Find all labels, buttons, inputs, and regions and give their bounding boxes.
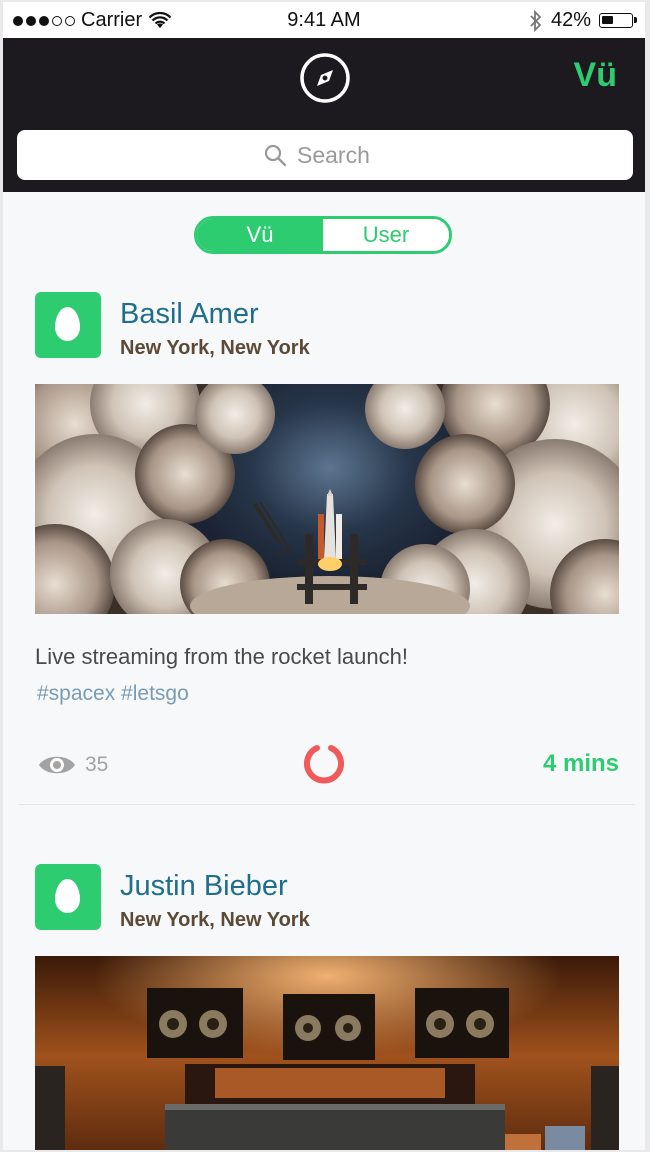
post-location: New York, New York [120, 909, 310, 931]
post-hashtags[interactable]: #spacex #letsgo [37, 682, 189, 706]
feed-toggle: Vü User [194, 216, 452, 254]
app-screen: Carrier 9:41 AM 42% Vü Search Vü User Ba… [3, 2, 645, 1150]
post-username[interactable]: Basil Amer [120, 298, 259, 331]
egg-icon [55, 879, 80, 913]
rocket-launch-image [35, 384, 619, 614]
search-icon [264, 144, 287, 167]
post-card: Justin Bieber New York, New York [3, 864, 645, 1150]
search-bar[interactable] [17, 130, 633, 180]
egg-icon [55, 307, 80, 341]
toggle-vu[interactable]: Vü [197, 219, 323, 251]
post-divider [19, 804, 635, 805]
search-input[interactable] [297, 141, 387, 169]
post-username[interactable]: Justin Bieber [120, 870, 288, 903]
view-count-value: 35 [85, 753, 109, 776]
compass-icon[interactable] [299, 52, 351, 104]
battery-icon [599, 13, 637, 28]
post-media-rocket-launch[interactable] [35, 384, 619, 614]
post-caption: Live streaming from the rocket launch! [35, 644, 408, 669]
post-media-recording-studio[interactable] [35, 956, 619, 1150]
search-bar-container [3, 118, 645, 192]
toggle-user[interactable]: User [323, 219, 449, 251]
post-location: New York, New York [120, 337, 310, 359]
recording-studio-image [35, 956, 619, 1150]
battery-percentage: 42% [550, 9, 591, 31]
post-card: Basil Amer New York, New York Live strea… [3, 292, 645, 806]
post-timestamp: 4 mins [542, 750, 619, 777]
status-right: 42% [529, 9, 637, 32]
brand-logo: Vü [573, 56, 617, 94]
avatar[interactable] [35, 292, 101, 358]
navigation-bar: Vü [3, 38, 645, 118]
bluetooth-icon [530, 9, 542, 32]
status-bar: Carrier 9:41 AM 42% [3, 2, 645, 38]
avatar[interactable] [35, 864, 101, 930]
eye-icon [39, 756, 75, 774]
live-indicator-icon[interactable] [303, 742, 345, 784]
view-count: 35 [37, 752, 108, 778]
